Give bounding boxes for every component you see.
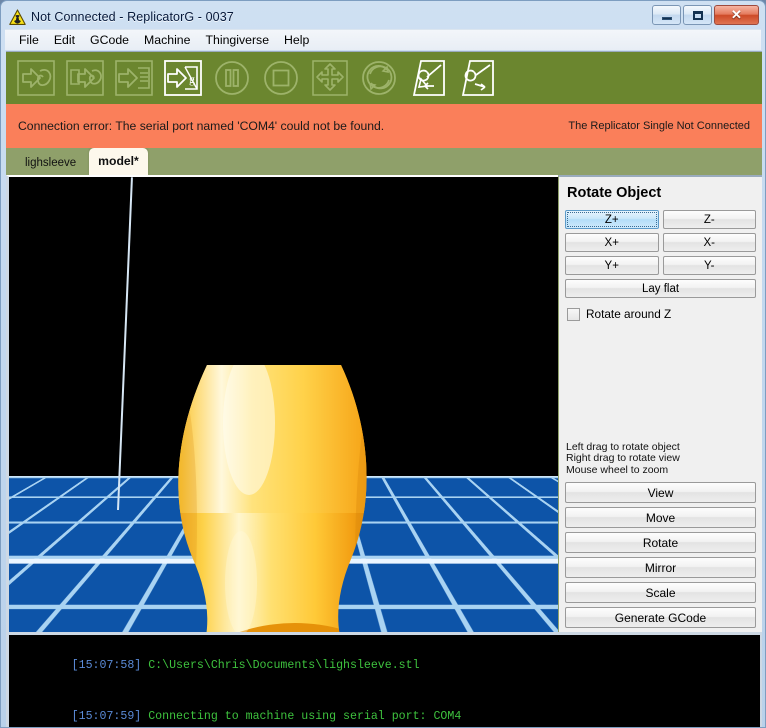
mirror-button[interactable]: Mirror <box>565 557 756 578</box>
model-3d-viewport[interactable] <box>6 175 558 632</box>
machine-status-label: The Replicator Single Not Connected <box>568 120 750 132</box>
menu-item-gcode[interactable]: GCode <box>83 31 137 50</box>
menu-item-help[interactable]: Help <box>277 31 317 50</box>
rotate-around-z-checkbox-row[interactable]: Rotate around Z <box>565 307 756 321</box>
minimize-icon <box>661 16 672 20</box>
rotate-around-z-label: Rotate around Z <box>586 307 672 321</box>
vertical-axis-line <box>117 177 133 511</box>
svg-text:g: g <box>189 72 195 86</box>
rotate-y-row: Y+ Y- <box>565 256 756 275</box>
menu-bar: File Edit GCode Machine Thingiverse Help <box>5 29 761 50</box>
connect-icon[interactable] <box>406 58 450 98</box>
lay-flat-row: Lay flat <box>565 279 756 298</box>
rotate-x-minus-button[interactable]: X- <box>662 233 756 252</box>
disconnect-icon[interactable] <box>455 58 499 98</box>
menu-item-edit[interactable]: Edit <box>47 31 83 50</box>
mode-button-group: View Move Rotate Mirror Scale Generate G… <box>565 482 756 628</box>
generate-gcode-icon[interactable]: g <box>161 58 205 98</box>
panel-spacer <box>565 321 756 442</box>
close-button[interactable]: ✕ <box>714 5 759 25</box>
rotate-z-plus-button[interactable]: Z+ <box>565 210 659 229</box>
window-title: Not Connected - ReplicatorG - 0037 <box>31 10 234 24</box>
mouse-hints-text: Left drag to rotate object Right drag to… <box>566 440 680 477</box>
console-log[interactable]: [15:07:58] C:\Users\Chris\Documents\ligh… <box>6 632 762 727</box>
minimize-button[interactable] <box>652 5 681 25</box>
rotate-x-plus-button[interactable]: X+ <box>565 233 659 252</box>
menu-item-file[interactable]: File <box>12 31 47 50</box>
log-message: Connecting to machine using serial port:… <box>148 710 462 723</box>
move-button[interactable]: Move <box>565 507 756 528</box>
tab-model[interactable]: model* <box>89 148 148 175</box>
open-model-icon[interactable] <box>14 58 58 98</box>
maximize-icon <box>692 10 703 20</box>
export-gcode-file-icon[interactable] <box>112 58 156 98</box>
control-panel: Rotate Object Z+ Z- X+ X- Y+ Y- Lay flat <box>558 175 762 632</box>
title-bar: Not Connected - ReplicatorG - 0037 ✕ <box>5 5 761 29</box>
application-window: Not Connected - ReplicatorG - 0037 ✕ Fil… <box>0 0 766 728</box>
stl-model-vase[interactable] <box>145 363 400 632</box>
log-line: [15:07:59] Connecting to machine using s… <box>16 691 760 727</box>
rotate-y-plus-button[interactable]: Y+ <box>565 256 659 275</box>
scale-button[interactable]: Scale <box>565 582 756 603</box>
view-button[interactable]: View <box>565 482 756 503</box>
rotate-z-row: Z+ Z- <box>565 210 756 229</box>
menu-item-thingiverse[interactable]: Thingiverse <box>198 31 277 50</box>
connection-error-message: Connection error: The serial port named … <box>18 119 385 133</box>
log-timestamp: [15:07:59] <box>71 710 142 723</box>
menu-item-machine[interactable]: Machine <box>137 31 198 50</box>
rotate-around-z-checkbox[interactable] <box>567 307 580 321</box>
client-area: g Connection error: The serial port name… <box>6 51 762 727</box>
log-message: C:\Users\Chris\Documents\lighsleeve.stl <box>148 659 420 672</box>
reset-rotate-icon[interactable] <box>357 58 401 98</box>
move-axes-icon[interactable] <box>308 58 352 98</box>
rotate-y-minus-button[interactable]: Y- <box>662 256 756 275</box>
toolbar: g <box>6 52 762 104</box>
rotate-z-minus-button[interactable]: Z- <box>662 210 756 229</box>
generate-gcode-button[interactable]: Generate GCode <box>565 607 756 628</box>
panel-title: Rotate Object <box>567 185 662 201</box>
log-timestamp: [15:07:58] <box>71 659 142 672</box>
lay-flat-button[interactable]: Lay flat <box>565 279 756 298</box>
connection-status-bar: Connection error: The serial port named … <box>6 104 762 148</box>
maximize-button[interactable] <box>683 5 712 25</box>
pause-icon[interactable] <box>210 58 254 98</box>
save-model-icon[interactable] <box>63 58 107 98</box>
warning-triangle-icon <box>9 8 26 26</box>
tab-strip: lighsleeve model* <box>6 148 762 175</box>
main-split: Rotate Object Z+ Z- X+ X- Y+ Y- Lay flat <box>6 175 762 632</box>
stop-icon[interactable] <box>259 58 303 98</box>
window-controls: ✕ <box>652 5 759 25</box>
scene <box>9 177 558 632</box>
close-icon: ✕ <box>731 7 742 22</box>
log-line: [15:07:58] C:\Users\Chris\Documents\ligh… <box>16 640 760 691</box>
rotate-x-row: X+ X- <box>565 233 756 252</box>
rotate-button[interactable]: Rotate <box>565 532 756 553</box>
tab-lighsleeve[interactable]: lighsleeve <box>16 152 85 175</box>
